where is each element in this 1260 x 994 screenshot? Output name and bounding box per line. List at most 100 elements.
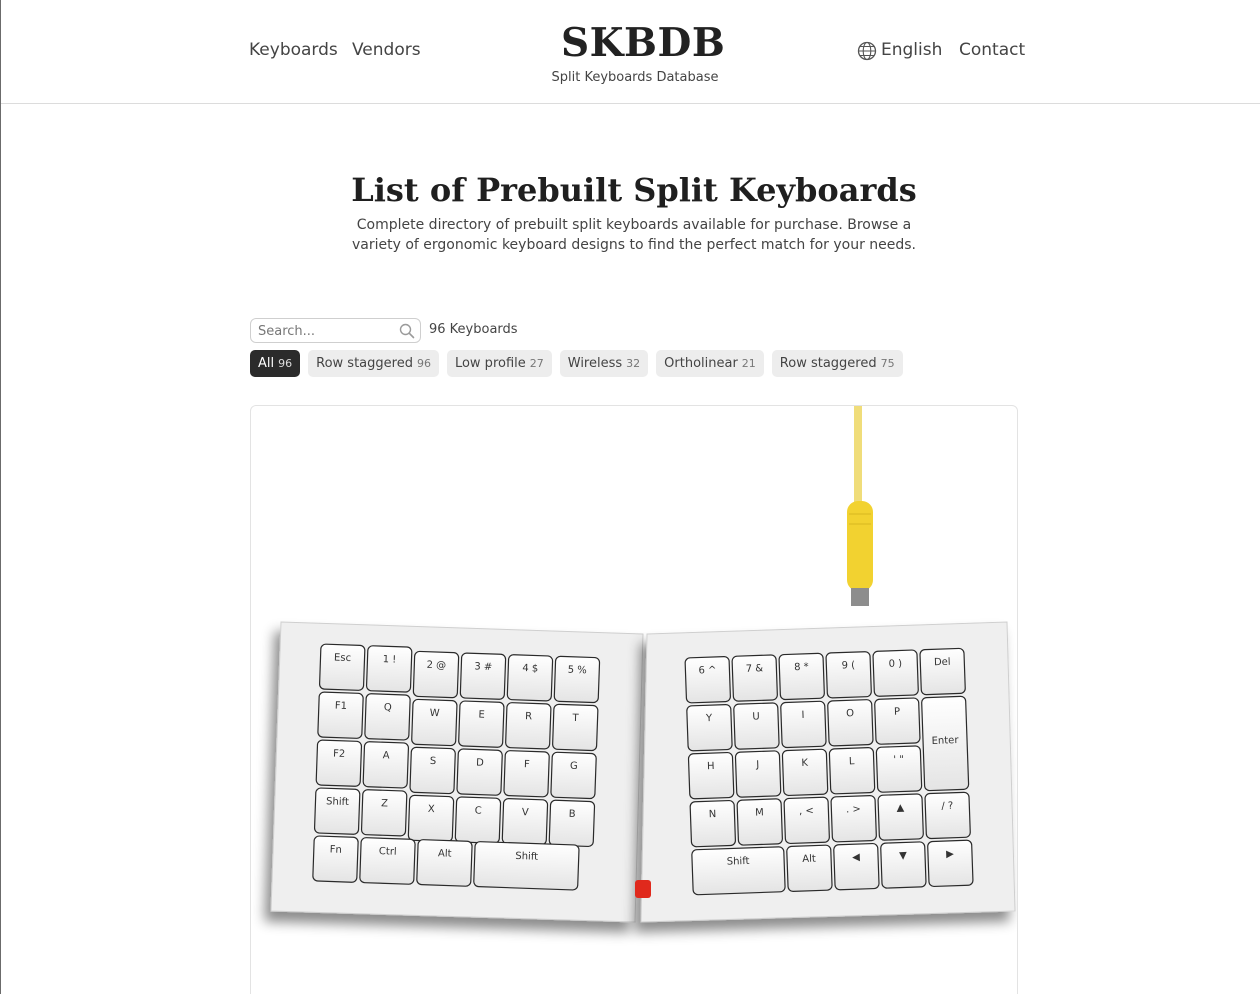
keycap [360,789,408,837]
keycap-label: 5 % [568,665,587,677]
keycap [828,747,876,795]
keycap [312,835,359,883]
keycap-label: Ctrl [379,846,397,858]
keycap [552,703,599,752]
language-selector[interactable]: English [881,40,942,60]
keycap-label: 7 & [746,663,764,675]
search-field[interactable] [250,318,421,343]
keycap [548,799,596,848]
site-logo[interactable]: SKBDB [561,20,725,66]
keycap [506,654,554,702]
nav-contact-link[interactable]: Contact [959,40,1025,60]
filter-chips: All 96 Row staggered 96 Low profile 27 Wire… [250,350,903,377]
keycap-label: ◀ [852,852,860,863]
keycap-label: R [525,711,532,722]
keycap-label: L [849,756,855,767]
filter-chip-row-staggered-2[interactable]: Row staggered 75 [771,350,903,377]
filter-chip-low-profile[interactable]: Low profile 27 [446,350,552,377]
keycap [407,794,455,843]
keycap-label: ▲ [896,802,904,813]
keycap-label: 8 * [794,662,809,674]
keycap [880,841,927,889]
filter-chip-row-staggered[interactable]: Row staggered 96 [308,350,439,377]
keycap [687,751,735,800]
keyboard-image: Esc 1 ! 2 @ 3 # 4 $ 5 % F1 Q W E R T F2 A S D F G Shift Z X C… [270,406,1016,923]
keycap-label: 9 ( [841,660,855,671]
keycap-label: ▼ [899,850,907,861]
keycap [830,795,877,843]
keycap-label: ' " [893,754,904,765]
keycap-label: T [571,713,579,724]
keycap-label: N [709,809,717,820]
keycap [505,702,552,750]
site-tagline: Split Keyboards Database [551,70,719,85]
keycap-label: 3 # [474,661,492,673]
keycap [550,751,597,800]
keycap [733,702,780,750]
globe-icon[interactable] [857,41,877,61]
keycap-label: Shift [727,856,750,868]
keycap-label: Esc [334,652,351,664]
keycap-label: A [383,750,390,761]
keycap [501,798,549,846]
nav-vendors-link[interactable]: Vendors [352,40,421,60]
keycap [454,796,502,844]
filter-chip-all[interactable]: All 96 [250,350,301,377]
keycap [362,741,410,789]
keycap [833,842,880,891]
keycap [783,796,830,845]
keycap [927,839,974,888]
keycap-label: Q [384,702,392,713]
keycap [412,650,460,699]
keycap [877,793,924,841]
search-icon[interactable] [399,323,415,339]
keycap-label: P [894,707,900,718]
keyboard-card[interactable]: Esc 1 ! 2 @ 3 # 4 $ 5 % F1 Q W E R T F2 A S D F G Shift Z X C… [250,405,1018,994]
keycap [364,693,411,741]
keycap-label: K [801,758,808,769]
keycap [686,704,733,752]
filter-chip-ortholinear[interactable]: Ortholinear 21 [656,350,764,377]
keycap [778,652,825,701]
keycap-label: O [846,708,854,719]
keycap-label: Y [705,713,713,724]
page-title: List of Prebuilt Split Keyboards [351,171,917,209]
keycap [825,651,872,699]
keycap-label: H [707,761,715,772]
result-count: 96 Keyboards [429,322,518,337]
keycap [689,799,736,848]
keycap [359,837,416,885]
keycap-label: V [522,807,529,818]
filter-chip-wireless[interactable]: Wireless 32 [559,350,649,377]
connector-led [635,880,651,898]
keycap [731,654,778,702]
keycap [409,746,456,795]
site-header: Keyboards Vendors SKBDB Split Keyboards … [1,0,1260,104]
keycap [875,745,923,793]
keycap-label: Z [381,798,388,809]
search-input[interactable] [258,322,398,340]
page-description: Complete directory of prebuilt split key… [351,217,917,253]
keycap-label: / ? [941,801,953,812]
keycap [411,698,458,747]
keycap [365,645,413,693]
keycap-label: Shift [515,851,538,863]
keycap [684,656,731,704]
keycap-label: J [755,759,759,770]
keycap [786,844,833,892]
keycap-label: 4 $ [522,663,538,675]
keycap-label: W [430,708,440,719]
keycap [317,691,364,739]
keycap-label: E [478,710,485,721]
keycap-label: Enter [931,735,959,747]
keycap [458,700,505,748]
keycap-label: B [569,809,576,820]
keycap-label: ▶ [946,849,954,860]
keycap [416,839,473,887]
keycap [924,791,971,840]
nav-keyboards-link[interactable]: Keyboards [249,40,338,60]
keycap [874,697,921,745]
keycap [781,748,829,797]
keycap [553,655,601,704]
keycap-label: 2 @ [426,660,446,672]
